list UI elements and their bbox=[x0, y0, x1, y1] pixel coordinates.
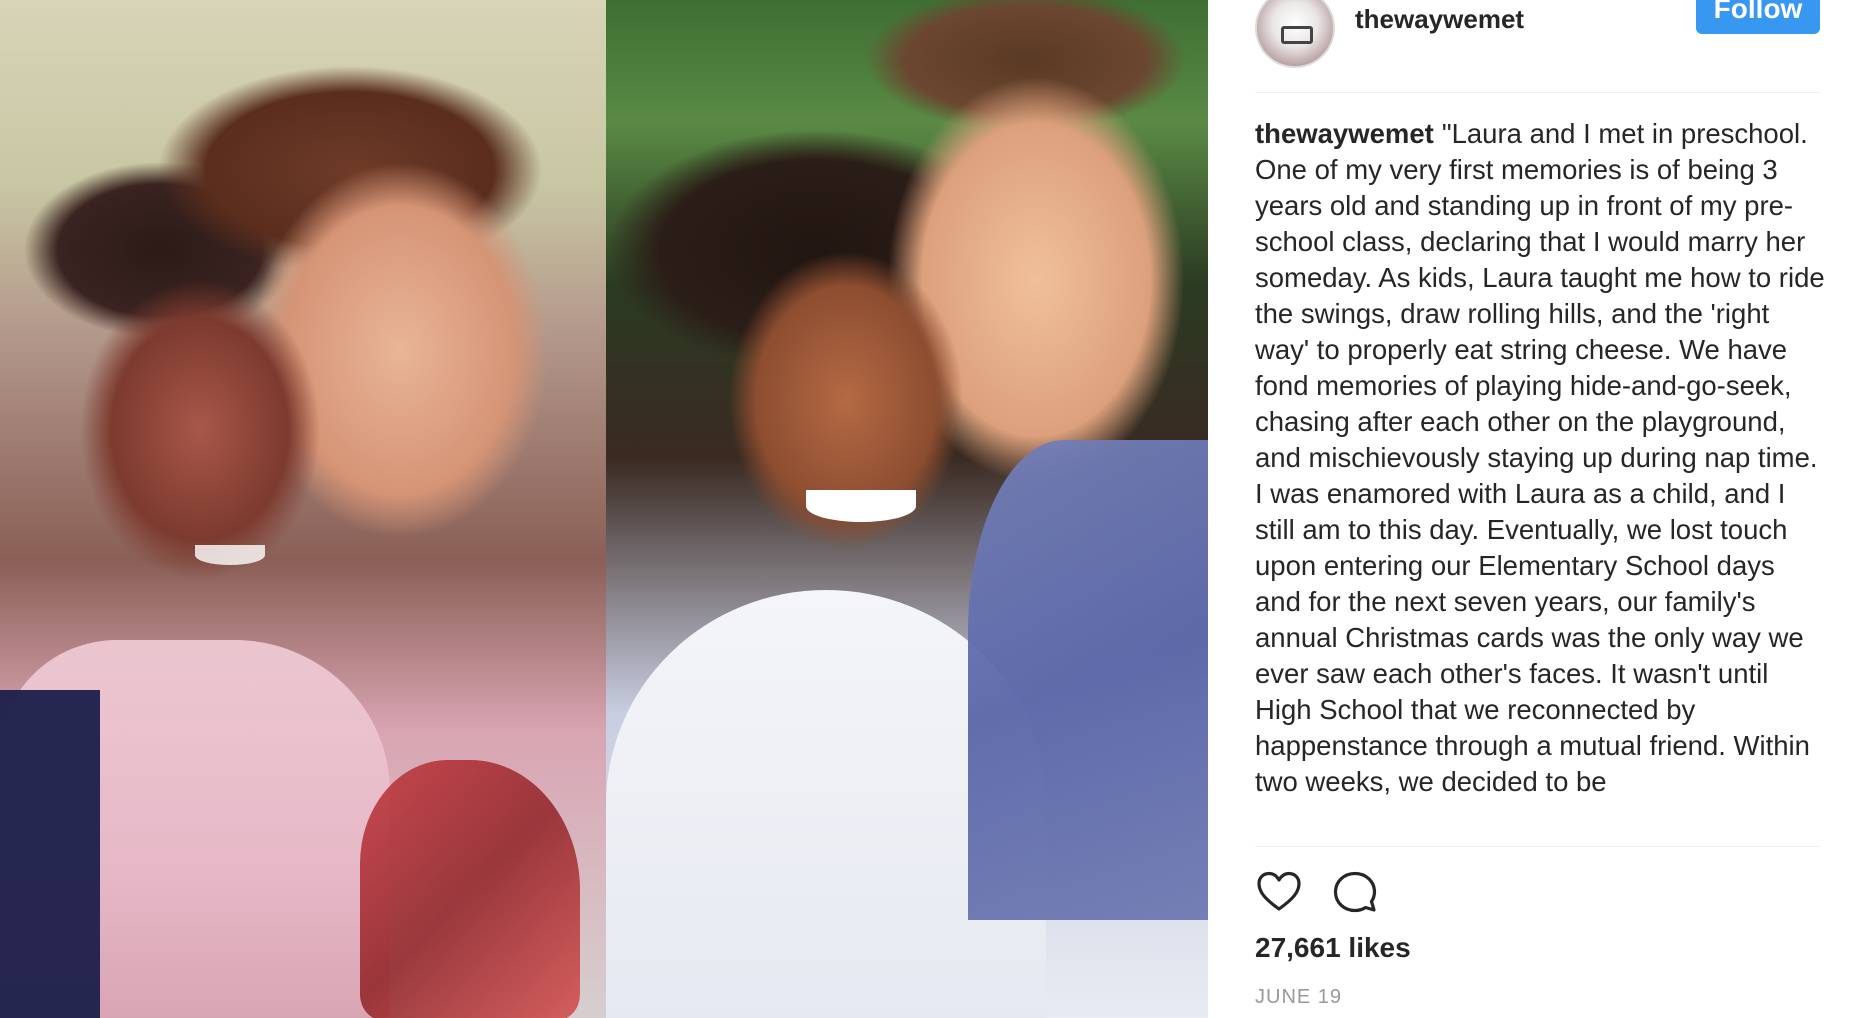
avatar[interactable] bbox=[1255, 0, 1335, 68]
follow-button[interactable]: Follow bbox=[1696, 0, 1820, 34]
post-sidebar: thewaywemet Follow thewaywemet "Laura and… bbox=[1208, 0, 1865, 1018]
smile-shape bbox=[806, 490, 916, 522]
action-bar bbox=[1255, 868, 1379, 916]
comment-bubble-icon[interactable] bbox=[1331, 868, 1379, 916]
caption-divider bbox=[1255, 846, 1820, 847]
childhood-photo bbox=[0, 0, 606, 1018]
header-divider bbox=[1255, 92, 1820, 93]
instagram-post: thewaywemet Follow thewaywemet "Laura and… bbox=[0, 0, 1865, 1018]
adult-photo bbox=[606, 0, 1208, 1018]
red-bear-print-shape bbox=[360, 760, 580, 1018]
avatar-logo-icon bbox=[1281, 26, 1313, 44]
blue-sweater-shape bbox=[968, 440, 1208, 920]
post-photo[interactable] bbox=[0, 0, 1208, 1018]
username-link[interactable]: thewaywemet bbox=[1355, 4, 1524, 35]
smile-shape bbox=[195, 545, 265, 565]
post-caption: thewaywemet "Laura and I met in preschool… bbox=[1255, 116, 1825, 836]
caption-text: "Laura and I met in preschool. One of my… bbox=[1255, 118, 1825, 797]
caption-username-link[interactable]: thewaywemet bbox=[1255, 118, 1434, 149]
heart-icon[interactable] bbox=[1255, 868, 1303, 916]
navy-sleeve-shape bbox=[0, 690, 100, 1018]
like-count[interactable]: 27,661 likes bbox=[1255, 932, 1411, 964]
post-header: thewaywemet Follow bbox=[1255, 0, 1820, 68]
post-date[interactable]: JUNE 19 bbox=[1255, 986, 1342, 1009]
